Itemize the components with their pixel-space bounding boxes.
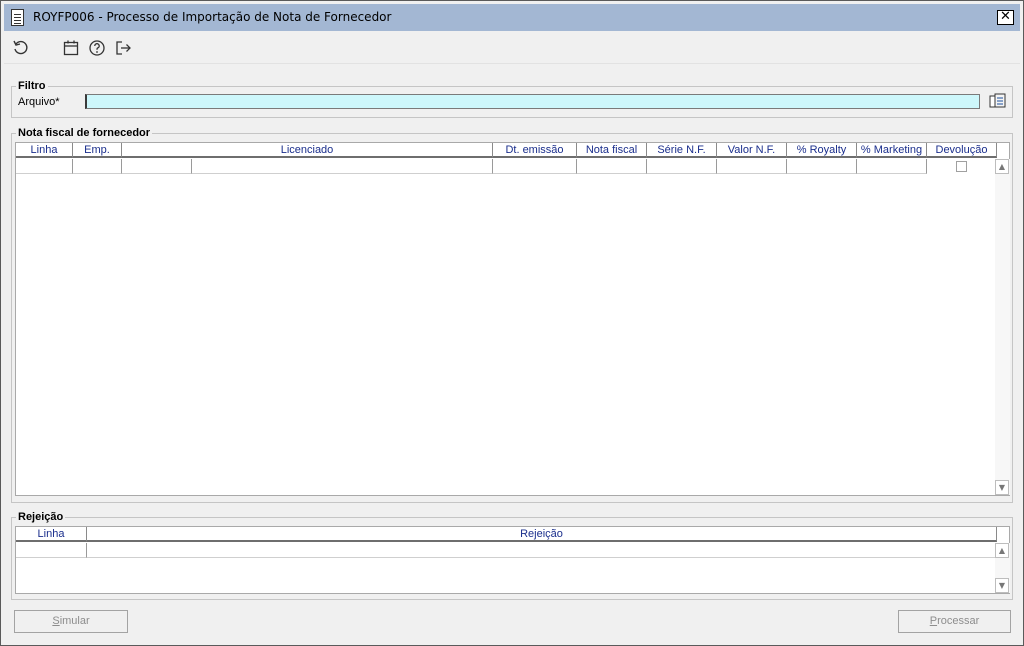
cell-licenciado-code[interactable] bbox=[122, 159, 192, 174]
col-emp[interactable]: Emp. bbox=[73, 143, 122, 158]
cell-nota-fiscal[interactable] bbox=[577, 159, 647, 174]
nota-legend: Nota fiscal de fornecedor bbox=[18, 127, 151, 139]
cell-serie-nf[interactable] bbox=[647, 159, 717, 174]
filtro-legend: Filtro bbox=[18, 80, 46, 92]
col-nota-fiscal[interactable]: Nota fiscal bbox=[577, 143, 647, 158]
col-royalty[interactable]: % Royalty bbox=[787, 143, 857, 158]
scroll-up-arrow-icon[interactable]: ▲ bbox=[995, 159, 1009, 174]
rejeicao-scrollbar[interactable]: ▲ ▼ bbox=[995, 543, 1010, 593]
title-bar: ROYFP006 - Processo de Importação de Not… bbox=[4, 4, 1020, 31]
scroll-up-arrow-icon[interactable]: ▲ bbox=[995, 543, 1009, 558]
processar-label: rocessar bbox=[937, 615, 980, 627]
simular-button[interactable]: Simular bbox=[14, 610, 128, 633]
cell-dt-emissao[interactable] bbox=[493, 159, 577, 174]
devolucao-checkbox[interactable] bbox=[956, 161, 967, 172]
col-dt-emissao[interactable]: Dt. emissão bbox=[493, 143, 577, 158]
cell-marketing[interactable] bbox=[857, 159, 927, 174]
col-serie-nf[interactable]: Série N.F. bbox=[647, 143, 717, 158]
scroll-down-arrow-icon[interactable]: ▼ bbox=[995, 578, 1009, 593]
col-devolucao[interactable]: Devolução bbox=[927, 143, 997, 158]
arquivo-label: Arquivo* bbox=[18, 96, 60, 108]
rejeicao-legend: Rejeição bbox=[18, 511, 64, 523]
main-window: ROYFP006 - Processo de Importação de Not… bbox=[0, 0, 1024, 646]
cell-rej-linha[interactable] bbox=[16, 543, 87, 558]
toolbar bbox=[4, 31, 1020, 64]
col-marketing[interactable]: % Marketing bbox=[857, 143, 927, 158]
cell-valor-nf[interactable] bbox=[717, 159, 787, 174]
col-rej-linha[interactable]: Linha bbox=[16, 527, 87, 542]
scroll-down-arrow-icon[interactable]: ▼ bbox=[995, 480, 1009, 495]
calendar-icon[interactable] bbox=[62, 39, 80, 57]
exit-icon[interactable] bbox=[114, 39, 132, 57]
nota-grid: Linha Emp. Licenciado Dt. emissão Nota f… bbox=[15, 142, 1010, 496]
nota-scrollbar[interactable]: ▲ ▼ bbox=[995, 159, 1010, 495]
cell-licenciado-name[interactable] bbox=[192, 159, 493, 174]
file-browse-icon[interactable] bbox=[989, 93, 1009, 110]
cell-royalty[interactable] bbox=[787, 159, 857, 174]
cell-emp[interactable] bbox=[73, 159, 122, 174]
cell-rej-rejeicao[interactable] bbox=[87, 543, 997, 558]
arquivo-input[interactable] bbox=[85, 94, 980, 109]
content-area: Filtro Arquivo* Nota fiscal de fornecedo… bbox=[4, 64, 1020, 642]
simular-mnemonic: S bbox=[52, 615, 60, 627]
processar-mnemonic: P bbox=[929, 615, 938, 627]
help-icon[interactable] bbox=[88, 39, 106, 57]
simular-label: imular bbox=[59, 615, 90, 627]
col-rej-rejeicao[interactable]: Rejeição bbox=[87, 527, 997, 542]
window-title: ROYFP006 - Processo de Importação de Not… bbox=[33, 10, 392, 24]
close-button[interactable]: ✕ bbox=[997, 10, 1014, 25]
rejeicao-grid: Linha Rejeição ▲ ▼ bbox=[15, 526, 1010, 594]
col-valor-nf[interactable]: Valor N.F. bbox=[717, 143, 787, 158]
cell-linha[interactable] bbox=[16, 159, 73, 174]
col-linha[interactable]: Linha bbox=[16, 143, 73, 158]
processar-button[interactable]: Processar bbox=[898, 610, 1011, 633]
refresh-icon[interactable] bbox=[12, 39, 30, 57]
document-icon bbox=[11, 9, 24, 26]
col-licenciado[interactable]: Licenciado bbox=[122, 143, 493, 158]
